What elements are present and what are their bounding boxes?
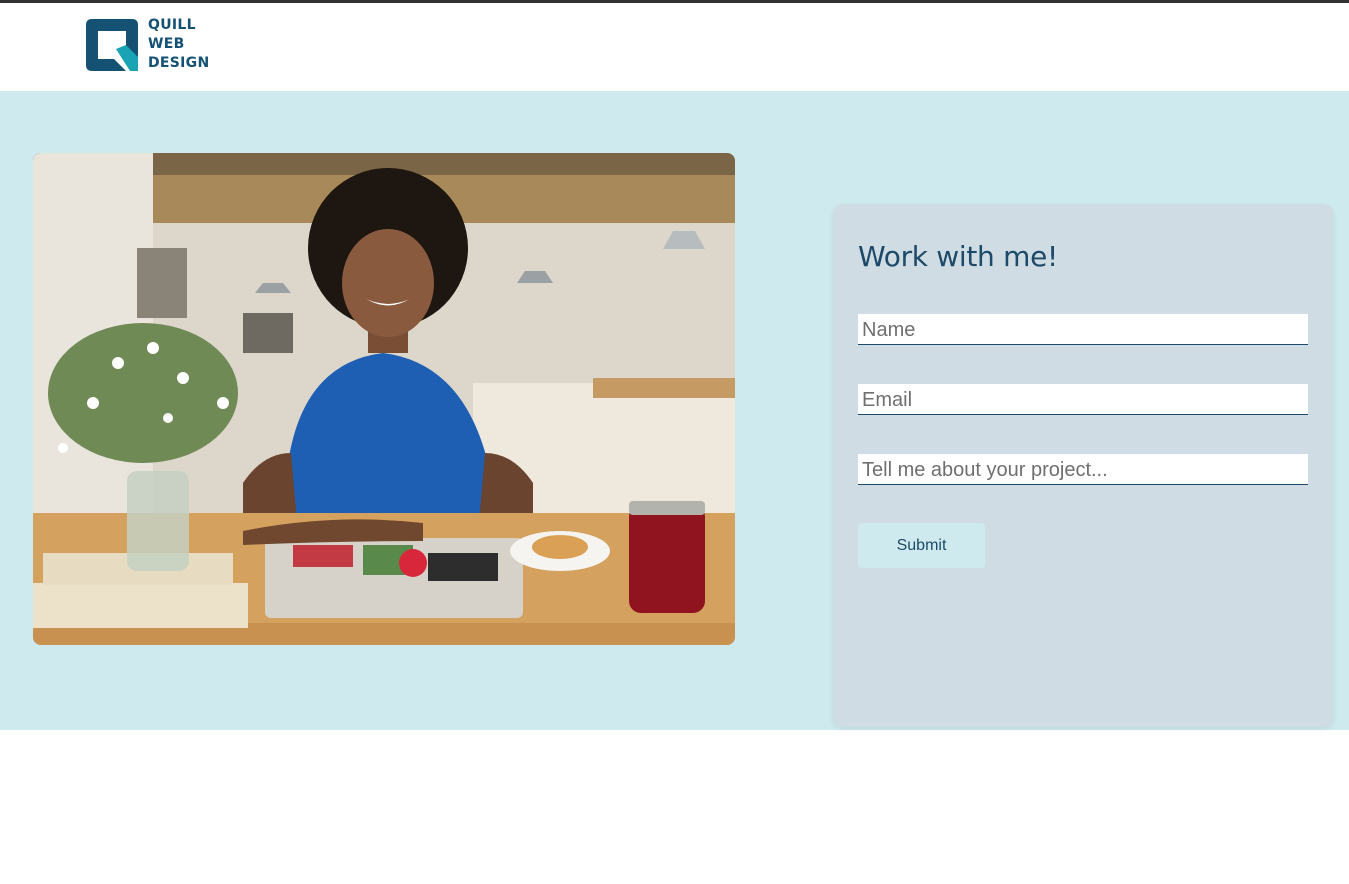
brand-name-line: QUILL — [148, 17, 196, 33]
portrait-photo — [33, 153, 735, 645]
hero-section: Work with me! Submit — [0, 91, 1349, 730]
contact-form-card: Work with me! Submit — [833, 204, 1333, 727]
site-logo-link[interactable]: QUILL WEB DESIGN — [86, 16, 210, 73]
project-input[interactable] — [858, 454, 1308, 485]
site-header: QUILL WEB DESIGN — [0, 3, 1349, 91]
quill-logo-icon — [86, 18, 138, 71]
name-input[interactable] — [858, 314, 1308, 345]
submit-button[interactable]: Submit — [858, 523, 985, 568]
brand-name-line: DESIGN — [148, 55, 210, 71]
brand-name: QUILL WEB DESIGN — [148, 16, 210, 73]
form-title: Work with me! — [858, 240, 1058, 273]
email-input[interactable] — [858, 384, 1308, 415]
brand-name-line: WEB — [148, 36, 185, 52]
portrait-photo-illustration — [33, 153, 735, 645]
